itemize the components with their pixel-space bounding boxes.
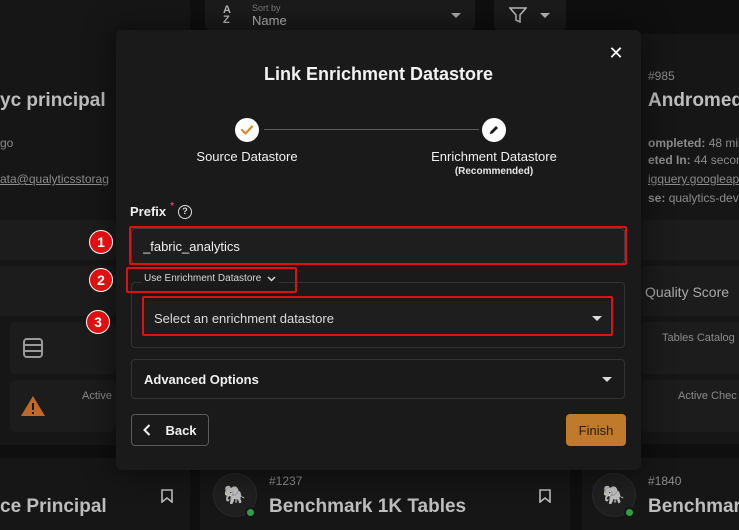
advanced-options-accordion[interactable]: Advanced Options xyxy=(131,359,625,399)
right-card-id: #985 xyxy=(648,69,675,83)
active-checks-tile: Active Chec xyxy=(640,380,739,432)
left-card-email: ata@qualyticsstorag xyxy=(0,172,109,186)
annotation-badge-2: 2 xyxy=(89,268,113,292)
table-icon xyxy=(23,338,43,358)
bottom-card-id: #1840 xyxy=(648,474,682,488)
bottom-card-title: Benchmar xyxy=(648,496,739,517)
finish-button[interactable]: Finish xyxy=(566,414,626,446)
back-button[interactable]: Back xyxy=(131,414,209,446)
link-enrichment-dialog: ✕ Link Enrichment Datastore Source Datas… xyxy=(116,30,641,470)
active-checks-label: Active Chec xyxy=(678,390,737,402)
sort-caption: Sort by xyxy=(252,3,281,13)
filter-caret-icon xyxy=(540,13,550,18)
status-dot xyxy=(245,507,256,518)
use-enrichment-label: Use Enrichment Datastore xyxy=(144,273,262,284)
active-label-left: Active xyxy=(82,390,112,402)
filter-button[interactable] xyxy=(494,0,566,32)
database-icon: 🐘 xyxy=(223,484,247,505)
close-icon[interactable]: ✕ xyxy=(606,43,626,63)
advanced-options-label: Advanced Options xyxy=(144,371,259,387)
right-card-database: se: qualytics-dev xyxy=(648,191,739,205)
left-card-location: go xyxy=(0,136,14,150)
step-enrichment-sub: (Recommended) xyxy=(454,166,534,177)
bottom-card-id: #1237 xyxy=(269,474,303,488)
right-card-title: Andromed xyxy=(648,90,739,111)
prefix-label-text: Prefix xyxy=(130,204,167,219)
annotation-badge-3: 3 xyxy=(86,310,110,334)
use-enrichment-toggle[interactable]: Use Enrichment Datastore xyxy=(142,273,279,284)
tables-cataloged-label: Tables Catalog xyxy=(662,332,735,344)
step-source-label: Source Datastore xyxy=(196,149,298,164)
step-enrichment-label: Enrichment Datastore xyxy=(431,149,557,164)
required-mark: * xyxy=(170,201,175,212)
right-card-completed: ompleted: 48 min xyxy=(648,136,739,150)
status-dot xyxy=(624,507,635,518)
quality-score-label: Quality Score xyxy=(645,284,730,300)
right-card-stat-area xyxy=(640,220,739,260)
dialog-title: Link Enrichment Datastore xyxy=(263,64,494,84)
annotation-badge-1: 1 xyxy=(89,230,113,254)
stepper-connector xyxy=(264,129,479,130)
step-source-complete xyxy=(235,118,259,142)
bookmark-icon[interactable] xyxy=(539,489,551,503)
bottom-card-title: Benchmark 1K Tables xyxy=(269,496,467,517)
sort-value: Name xyxy=(252,13,287,28)
tables-cataloged-tile: Tables Catalog xyxy=(640,322,739,374)
quality-score-tile: Quality Score xyxy=(640,266,739,316)
check-icon xyxy=(240,125,254,135)
back-label: Back xyxy=(165,422,197,438)
chevron-down-icon xyxy=(602,376,612,382)
select-placeholder: Select an enrichment datastore xyxy=(154,310,334,326)
help-icon[interactable]: ? xyxy=(178,204,193,219)
database-icon: 🐘 xyxy=(602,484,626,505)
filter-icon xyxy=(509,7,527,23)
warning-icon xyxy=(21,396,45,416)
prefix-label: Prefix * ? xyxy=(130,201,193,219)
chevron-left-icon xyxy=(143,424,151,436)
chevron-down-icon xyxy=(267,275,276,282)
bookmark-icon[interactable] xyxy=(161,489,173,503)
sort-az-icon: AZ xyxy=(223,4,231,26)
dropdown-caret-icon xyxy=(592,315,602,321)
bottom-left-title: ce Principal xyxy=(0,496,107,517)
pencil-icon xyxy=(490,126,498,134)
enrichment-datastore-select[interactable]: Select an enrichment datastore xyxy=(144,301,612,335)
sort-by-select[interactable]: AZ Sort by Name xyxy=(205,0,475,32)
right-card-duration: eted In: 44 second xyxy=(648,153,739,167)
prefix-input[interactable] xyxy=(131,228,625,264)
right-card-host: igquery.googleapi xyxy=(648,172,739,186)
sort-caret-icon xyxy=(451,13,461,18)
left-card-title: yc principal xyxy=(0,90,106,111)
step-enrichment-active xyxy=(482,118,506,142)
warning-icon-tile: Active xyxy=(10,380,116,432)
